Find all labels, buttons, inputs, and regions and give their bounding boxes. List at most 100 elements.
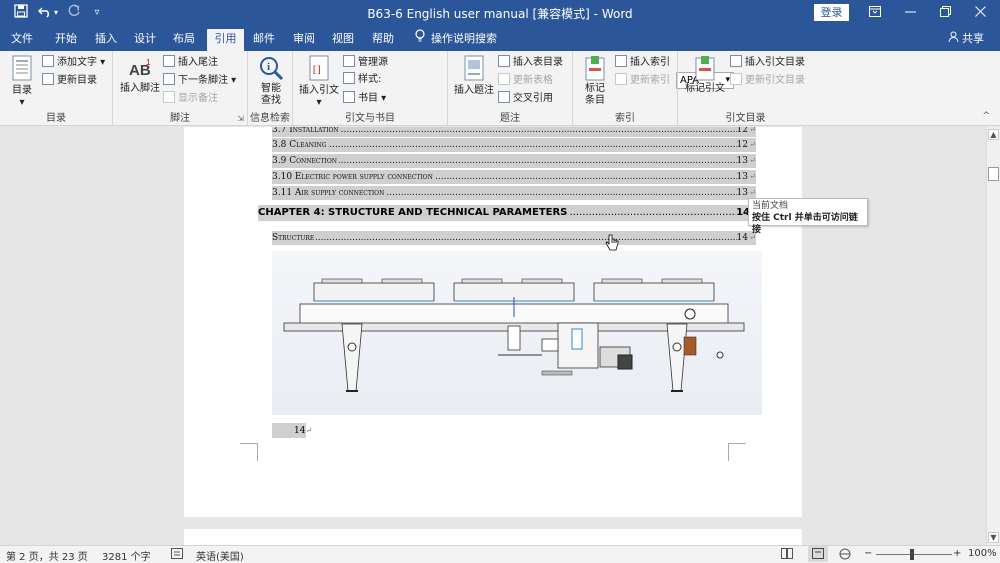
toc-label: 目录 <box>12 85 32 96</box>
insert-endnote-button[interactable]: 插入尾注 <box>163 55 218 71</box>
insert-index-button[interactable]: 插入索引 <box>615 55 670 71</box>
update-toc-button[interactable]: 更新目录 <box>42 73 97 89</box>
restore-icon[interactable] <box>928 0 962 26</box>
login-button[interactable]: 登录 <box>814 4 849 21</box>
ribbon-display-icon[interactable] <box>858 0 892 26</box>
undo-dropdown-icon[interactable]: ▾ <box>52 4 60 22</box>
page-count-status[interactable]: 第 2 页，共 23 页 <box>6 548 88 563</box>
insert-footnote-button[interactable]: AB 1 插入脚注 <box>119 55 161 95</box>
page-number-field[interactable]: 14↵ <box>272 423 312 438</box>
show-notes-label: 显示备注 <box>178 93 218 104</box>
tab-design[interactable]: 设计 <box>127 29 163 51</box>
machine-drawing-image[interactable] <box>272 251 762 415</box>
scroll-thumb[interactable] <box>988 167 999 181</box>
status-bar: 第 2 页，共 23 页 3281 个字 英语(美国) − + 100% <box>0 545 1000 563</box>
next-document-page[interactable] <box>184 529 802 545</box>
manage-sources-button[interactable]: 管理源 <box>343 55 388 71</box>
word-count-status[interactable]: 3281 个字 <box>102 548 151 563</box>
print-layout-icon[interactable] <box>808 546 828 562</box>
toc-entry-number: 3.8 <box>272 140 287 150</box>
tab-help[interactable]: 帮助 <box>365 29 401 51</box>
save-icon[interactable] <box>12 4 30 22</box>
update-index-button[interactable]: 更新索引 <box>615 73 670 89</box>
tab-file[interactable]: 文件 <box>4 29 40 51</box>
zoom-out-icon[interactable]: − <box>864 548 872 559</box>
insert-toa-label: 插入引文目录 <box>745 57 805 68</box>
ribbon: 目录 ▾ 添加文字 ▾ 更新目录 目录 AB 1 插入脚注 插入尾注 下一条脚注 ▾… <box>0 51 1000 126</box>
scroll-up-icon[interactable]: ▲ <box>988 129 999 140</box>
group-label-toc: 目录 <box>46 113 66 124</box>
svg-text:1: 1 <box>146 58 151 67</box>
footnote-icon: AB1 <box>129 58 151 79</box>
show-notes-icon <box>163 91 175 103</box>
tab-mailings[interactable]: 邮件 <box>246 29 282 51</box>
zoom-level[interactable]: 100% <box>968 548 997 559</box>
toc-entry[interactable]: ........................................… <box>272 154 756 168</box>
style-icon <box>343 72 355 84</box>
redo-icon[interactable] <box>65 4 83 22</box>
update-toa-label: 更新引文目录 <box>745 75 805 86</box>
read-mode-icon[interactable] <box>781 548 793 562</box>
document-area[interactable]: ........................................… <box>0 127 986 545</box>
insert-citation-button[interactable]: [ ] 插入引文 ▾ <box>299 55 339 109</box>
add-text-icon <box>42 55 54 67</box>
show-notes-button[interactable]: 显示备注 <box>163 91 218 107</box>
toc-entry[interactable]: ........................................… <box>272 186 756 200</box>
toc-entry[interactable]: ........................................… <box>272 138 756 152</box>
update-table-button[interactable]: 更新表格 <box>498 73 553 89</box>
mark-entry-button[interactable]: 标记 条目 <box>579 55 611 107</box>
tell-me-search[interactable]: 操作说明搜索 <box>415 29 497 51</box>
tab-references[interactable]: 引用 <box>207 29 244 51</box>
proofing-icon[interactable] <box>171 548 183 562</box>
customize-icon[interactable]: ▿ <box>88 4 106 22</box>
smart-lookup-button[interactable]: i 智能 查找 <box>254 55 288 107</box>
insert-toa-button[interactable]: 插入引文目录 <box>730 55 805 71</box>
zoom-slider-thumb[interactable] <box>910 549 914 560</box>
manage-sources-icon <box>343 55 355 67</box>
toc-entry[interactable]: ........................................… <box>272 127 756 137</box>
update-toa-button[interactable]: 更新引文目录 <box>730 73 805 89</box>
toc-entry-number: 3.10 <box>272 172 293 182</box>
next-footnote-button[interactable]: 下一条脚注 ▾ <box>163 73 236 89</box>
zoom-in-icon[interactable]: + <box>953 548 961 559</box>
add-text-label: 添加文字 <box>57 57 97 68</box>
minimize-icon[interactable] <box>893 0 927 26</box>
mark-citation-button[interactable]: 标记引文 <box>684 55 726 95</box>
mark-citation-label: 标记引文 <box>685 83 725 94</box>
vertical-scrollbar[interactable]: ▲ ▼ <box>986 127 1000 545</box>
collapse-ribbon-icon[interactable]: ^ <box>982 111 990 121</box>
toc-entry-text: 3.8 Cleaning <box>272 138 329 152</box>
tab-review[interactable]: 审阅 <box>286 29 322 51</box>
tab-view[interactable]: 视图 <box>325 29 361 51</box>
cross-reference-label: 交叉引用 <box>513 93 553 104</box>
tab-home[interactable]: 开始 <box>48 29 84 51</box>
cross-reference-button[interactable]: 交叉引用 <box>498 91 553 107</box>
language-status[interactable]: 英语(美国) <box>196 548 244 563</box>
title-bar: ▾ ▿ B63-6 English user manual [兼容模式] - W… <box>0 0 1000 26</box>
insert-caption-button[interactable]: 插入题注 <box>454 55 494 97</box>
tab-insert[interactable]: 插入 <box>88 29 124 51</box>
web-layout-icon[interactable] <box>839 548 851 563</box>
document-title: B63-6 English user manual [兼容模式] - Word <box>367 7 633 21</box>
toc-entry[interactable]: ........................................… <box>272 231 756 245</box>
insert-tof-button[interactable]: 插入表目录 <box>498 55 563 71</box>
toc-chapter-entry[interactable]: ........................................… <box>258 205 756 221</box>
share-button[interactable]: 共享 <box>948 29 984 51</box>
dialog-launcher-icon[interactable]: ⇲ <box>237 114 244 123</box>
zoom-slider[interactable] <box>876 554 952 555</box>
bibliography-button[interactable]: 书目 ▾ <box>343 91 386 107</box>
share-label: 共享 <box>962 32 984 45</box>
return-mark-icon: ↵ <box>305 426 313 435</box>
style-label-row: 样式: <box>343 72 381 88</box>
close-icon[interactable] <box>963 0 997 26</box>
citation-icon: [ ] <box>309 55 329 81</box>
toc-button[interactable]: 目录 ▾ <box>6 55 38 109</box>
document-page[interactable]: ........................................… <box>184 127 802 517</box>
add-text-button[interactable]: 添加文字 ▾ <box>42 55 105 71</box>
toc-entry[interactable]: ........................................… <box>272 170 756 184</box>
scroll-down-icon[interactable]: ▼ <box>988 532 999 543</box>
person-icon <box>948 29 959 49</box>
group-index: 标记 条目 插入索引 更新索引 索引 <box>573 51 678 126</box>
update-index-label: 更新索引 <box>630 75 670 86</box>
tab-layout[interactable]: 布局 <box>166 29 202 51</box>
